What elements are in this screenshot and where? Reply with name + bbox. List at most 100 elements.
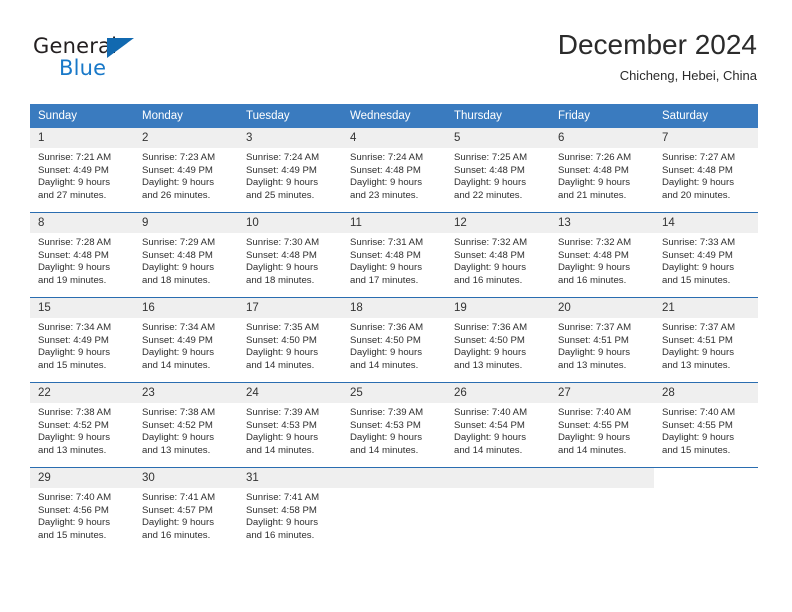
day-number[interactable]: 17	[238, 298, 342, 318]
day-number[interactable]: 6	[550, 128, 654, 148]
week-row: 1 2 3 4 5 6 7 Sunrise: 7:21 AM Sunset: 4…	[30, 128, 758, 212]
sunset-text: Sunset: 4:48 PM	[350, 164, 421, 176]
week-day-number-band: 1 2 3 4 5 6 7	[30, 128, 758, 148]
day-cell[interactable]: Sunrise: 7:24 AM Sunset: 4:48 PM Dayligh…	[342, 148, 446, 212]
day-cell[interactable]: Sunrise: 7:40 AM Sunset: 4:55 PM Dayligh…	[654, 403, 758, 467]
sunset-text: Sunset: 4:52 PM	[38, 419, 109, 431]
day-cell[interactable]: Sunrise: 7:41 AM Sunset: 4:57 PM Dayligh…	[134, 488, 238, 552]
day-number[interactable]: 18	[342, 298, 446, 318]
daylight-text-line1: Daylight: 9 hours	[38, 262, 110, 274]
sunrise-text: Sunrise: 7:24 AM	[350, 152, 424, 163]
day-cell[interactable]: Sunrise: 7:34 AM Sunset: 4:49 PM Dayligh…	[30, 318, 134, 382]
day-cell[interactable]: Sunrise: 7:34 AM Sunset: 4:49 PM Dayligh…	[134, 318, 238, 382]
daylight-text-line1: Daylight: 9 hours	[662, 432, 734, 444]
sunrise-text: Sunrise: 7:38 AM	[38, 407, 112, 418]
day-cell[interactable]: Sunrise: 7:37 AM Sunset: 4:51 PM Dayligh…	[654, 318, 758, 382]
day-cell[interactable]: Sunrise: 7:31 AM Sunset: 4:48 PM Dayligh…	[342, 233, 446, 297]
daylight-text-line1: Daylight: 9 hours	[246, 517, 318, 529]
day-cell[interactable]: Sunrise: 7:26 AM Sunset: 4:48 PM Dayligh…	[550, 148, 654, 212]
week-row: 8 9 10 11 12 13 14 Sunrise: 7:28 AM Suns…	[30, 212, 758, 297]
day-number[interactable]: 31	[238, 468, 342, 488]
day-cell[interactable]: Sunrise: 7:33 AM Sunset: 4:49 PM Dayligh…	[654, 233, 758, 297]
day-cell-empty	[342, 488, 446, 552]
brand-logo[interactable]: General Blue	[33, 34, 273, 86]
daylight-text-line1: Daylight: 9 hours	[350, 177, 422, 189]
day-cell[interactable]: Sunrise: 7:36 AM Sunset: 4:50 PM Dayligh…	[342, 318, 446, 382]
day-number[interactable]: 30	[134, 468, 238, 488]
day-cell[interactable]: Sunrise: 7:25 AM Sunset: 4:48 PM Dayligh…	[446, 148, 550, 212]
week-row: 29 30 31 Sunrise: 7:40 AM Sunset: 4:56 P…	[30, 467, 758, 552]
day-number[interactable]: 25	[342, 383, 446, 403]
calendar-page: General Blue December 2024 Chicheng, Heb…	[0, 0, 792, 612]
daylight-text-line2: and 16 minutes.	[454, 274, 523, 286]
daylight-text-line1: Daylight: 9 hours	[246, 432, 318, 444]
day-number[interactable]: 16	[134, 298, 238, 318]
day-cell[interactable]: Sunrise: 7:21 AM Sunset: 4:49 PM Dayligh…	[30, 148, 134, 212]
day-number[interactable]: 3	[238, 128, 342, 148]
daylight-text-line1: Daylight: 9 hours	[246, 347, 318, 359]
daylight-text-line1: Daylight: 9 hours	[350, 347, 422, 359]
daylight-text-line2: and 15 minutes.	[38, 359, 107, 371]
day-cell[interactable]: Sunrise: 7:39 AM Sunset: 4:53 PM Dayligh…	[238, 403, 342, 467]
daylight-text-line2: and 16 minutes.	[558, 274, 627, 286]
day-number[interactable]: 5	[446, 128, 550, 148]
day-number[interactable]: 26	[446, 383, 550, 403]
day-cell[interactable]: Sunrise: 7:28 AM Sunset: 4:48 PM Dayligh…	[30, 233, 134, 297]
day-number[interactable]: 12	[446, 213, 550, 233]
day-cell-empty	[654, 488, 758, 552]
day-cell[interactable]: Sunrise: 7:38 AM Sunset: 4:52 PM Dayligh…	[30, 403, 134, 467]
day-cell[interactable]: Sunrise: 7:40 AM Sunset: 4:54 PM Dayligh…	[446, 403, 550, 467]
day-cell[interactable]: Sunrise: 7:40 AM Sunset: 4:56 PM Dayligh…	[30, 488, 134, 552]
day-number[interactable]: 27	[550, 383, 654, 403]
weekday-header-row: Sunday Monday Tuesday Wednesday Thursday…	[30, 104, 758, 128]
daylight-text-line1: Daylight: 9 hours	[558, 432, 630, 444]
day-cell[interactable]: Sunrise: 7:24 AM Sunset: 4:49 PM Dayligh…	[238, 148, 342, 212]
daylight-text-line2: and 18 minutes.	[246, 274, 315, 286]
day-cell[interactable]: Sunrise: 7:40 AM Sunset: 4:55 PM Dayligh…	[550, 403, 654, 467]
day-cell[interactable]: Sunrise: 7:38 AM Sunset: 4:52 PM Dayligh…	[134, 403, 238, 467]
day-number[interactable]: 9	[134, 213, 238, 233]
day-number[interactable]: 23	[134, 383, 238, 403]
day-cell[interactable]: Sunrise: 7:35 AM Sunset: 4:50 PM Dayligh…	[238, 318, 342, 382]
daylight-text-line2: and 14 minutes.	[246, 359, 315, 371]
day-cell[interactable]: Sunrise: 7:29 AM Sunset: 4:48 PM Dayligh…	[134, 233, 238, 297]
day-number[interactable]: 13	[550, 213, 654, 233]
sunset-text: Sunset: 4:48 PM	[558, 249, 629, 261]
day-number[interactable]: 19	[446, 298, 550, 318]
calendar-grid: Sunday Monday Tuesday Wednesday Thursday…	[30, 104, 758, 552]
daylight-text-line2: and 13 minutes.	[454, 359, 523, 371]
daylight-text-line2: and 16 minutes.	[246, 529, 315, 541]
day-cell[interactable]: Sunrise: 7:23 AM Sunset: 4:49 PM Dayligh…	[134, 148, 238, 212]
day-number[interactable]: 15	[30, 298, 134, 318]
day-number[interactable]: 2	[134, 128, 238, 148]
day-number[interactable]: 11	[342, 213, 446, 233]
day-number[interactable]: 28	[654, 383, 758, 403]
day-cell[interactable]: Sunrise: 7:27 AM Sunset: 4:48 PM Dayligh…	[654, 148, 758, 212]
sunrise-text: Sunrise: 7:39 AM	[350, 407, 424, 418]
day-number[interactable]: 8	[30, 213, 134, 233]
day-number[interactable]: 14	[654, 213, 758, 233]
day-cell[interactable]: Sunrise: 7:32 AM Sunset: 4:48 PM Dayligh…	[550, 233, 654, 297]
sunrise-text: Sunrise: 7:37 AM	[558, 322, 632, 333]
daylight-text-line1: Daylight: 9 hours	[454, 262, 526, 274]
day-number[interactable]: 10	[238, 213, 342, 233]
day-number[interactable]: 4	[342, 128, 446, 148]
sunrise-text: Sunrise: 7:40 AM	[558, 407, 632, 418]
day-number[interactable]: 24	[238, 383, 342, 403]
week-day-detail-row: Sunrise: 7:28 AM Sunset: 4:48 PM Dayligh…	[30, 233, 758, 297]
day-cell[interactable]: Sunrise: 7:30 AM Sunset: 4:48 PM Dayligh…	[238, 233, 342, 297]
day-number[interactable]: 29	[30, 468, 134, 488]
day-number[interactable]: 1	[30, 128, 134, 148]
day-cell[interactable]: Sunrise: 7:41 AM Sunset: 4:58 PM Dayligh…	[238, 488, 342, 552]
day-cell[interactable]: Sunrise: 7:32 AM Sunset: 4:48 PM Dayligh…	[446, 233, 550, 297]
sunset-text: Sunset: 4:49 PM	[142, 164, 213, 176]
day-number[interactable]: 21	[654, 298, 758, 318]
day-number[interactable]: 20	[550, 298, 654, 318]
day-cell[interactable]: Sunrise: 7:39 AM Sunset: 4:53 PM Dayligh…	[342, 403, 446, 467]
day-number	[446, 468, 550, 488]
day-cell[interactable]: Sunrise: 7:37 AM Sunset: 4:51 PM Dayligh…	[550, 318, 654, 382]
week-day-detail-row: Sunrise: 7:40 AM Sunset: 4:56 PM Dayligh…	[30, 488, 758, 552]
day-cell[interactable]: Sunrise: 7:36 AM Sunset: 4:50 PM Dayligh…	[446, 318, 550, 382]
day-number[interactable]: 7	[654, 128, 758, 148]
day-number[interactable]: 22	[30, 383, 134, 403]
